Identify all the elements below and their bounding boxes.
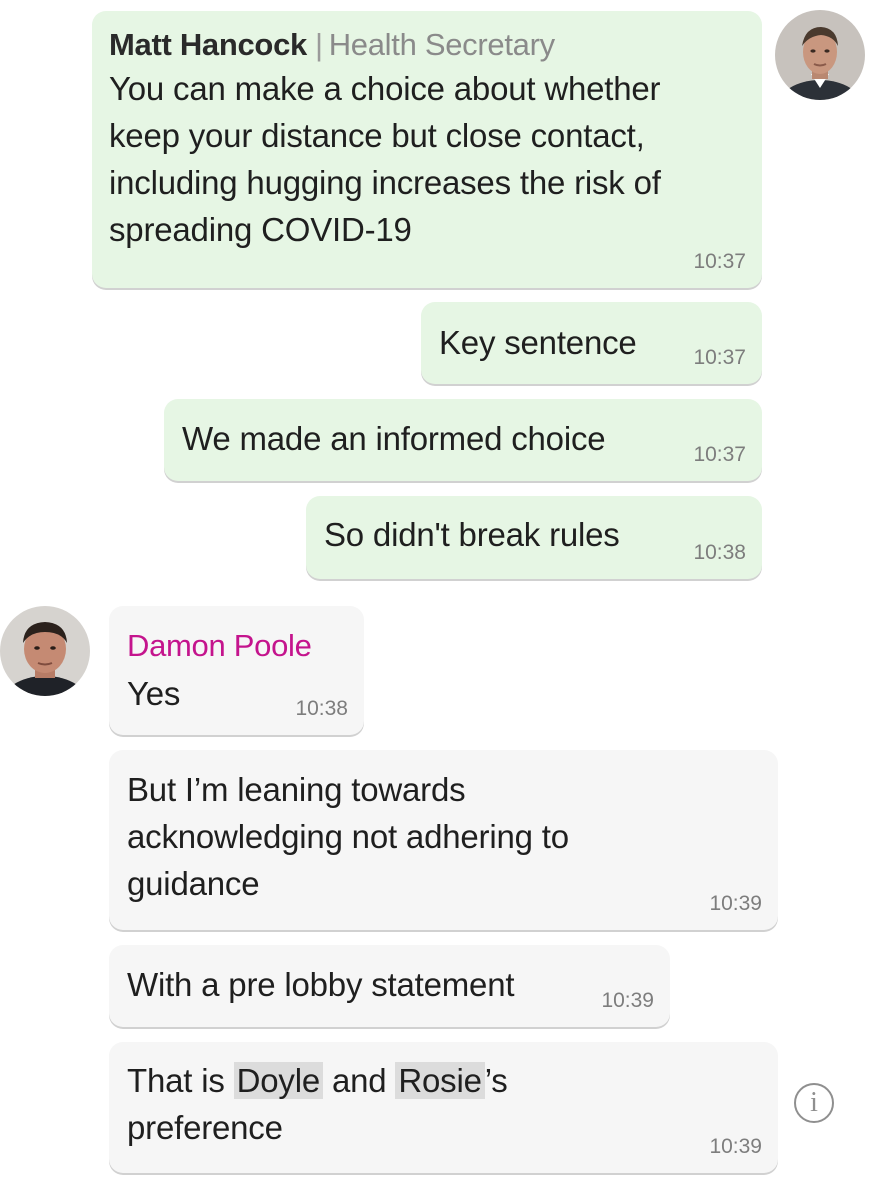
- message-time: 10:39: [709, 1135, 762, 1158]
- separator: |: [314, 27, 323, 62]
- message-bubble-6[interactable]: But I’m leaning towards acknowledging no…: [109, 750, 778, 930]
- message-time: 10:38: [295, 697, 348, 720]
- message-text: You can make a choice about whether keep…: [109, 70, 661, 248]
- sender-role: Health Secretary: [328, 27, 555, 62]
- message-time: 10:37: [693, 346, 746, 369]
- sender-name[interactable]: Matt Hancock: [109, 27, 307, 62]
- message-text: We made an informed choice: [182, 420, 606, 457]
- message-bubble-7[interactable]: With a pre lobby statement 10:39: [109, 945, 670, 1027]
- message-bubble-5[interactable]: Damon Poole Yes 10:38: [109, 606, 364, 735]
- sender-header: Damon Poole: [127, 626, 364, 666]
- message-bubble-2[interactable]: Key sentence 10:37: [421, 302, 762, 384]
- message-time: 10:39: [601, 989, 654, 1012]
- avatar-matt-hancock[interactable]: [775, 10, 865, 100]
- message-bubble-3[interactable]: We made an informed choice 10:37: [164, 399, 762, 481]
- info-glyph: i: [810, 1087, 818, 1118]
- message-bubble-4[interactable]: So didn't break rules 10:38: [306, 496, 762, 579]
- message-time: 10:37: [693, 443, 746, 466]
- message-time: 10:37: [693, 250, 746, 273]
- message-time: 10:39: [709, 892, 762, 915]
- person-photo-icon: [0, 606, 90, 696]
- text-segment: That is: [127, 1062, 234, 1099]
- info-icon[interactable]: i: [794, 1083, 834, 1123]
- message-time: 10:38: [693, 541, 746, 564]
- sender-header: Matt Hancock | Health Secretary: [109, 25, 744, 65]
- highlighted-name-rosie: Rosie: [395, 1062, 485, 1099]
- text-segment: and: [322, 1062, 396, 1099]
- highlighted-name-doyle: Doyle: [233, 1062, 323, 1099]
- message-text: But I’m leaning towards acknowledging no…: [127, 771, 569, 902]
- message-bubble-1[interactable]: Matt Hancock | Health Secretary You can ma…: [92, 11, 762, 288]
- person-photo-icon: [775, 10, 865, 100]
- message-text: With a pre lobby statement: [127, 966, 515, 1003]
- text-segment: ’s: [484, 1062, 508, 1099]
- message-bubble-8[interactable]: That is Doyle and Rosie’s preference 10:…: [109, 1042, 778, 1173]
- message-line-1: That is Doyle and Rosie’s: [127, 1057, 778, 1104]
- avatar-damon-poole[interactable]: [0, 606, 90, 696]
- sender-name[interactable]: Damon Poole: [127, 628, 312, 663]
- message-line-2: preference: [127, 1109, 283, 1146]
- message-text: That is Doyle and Rosie’s preference: [127, 1057, 778, 1151]
